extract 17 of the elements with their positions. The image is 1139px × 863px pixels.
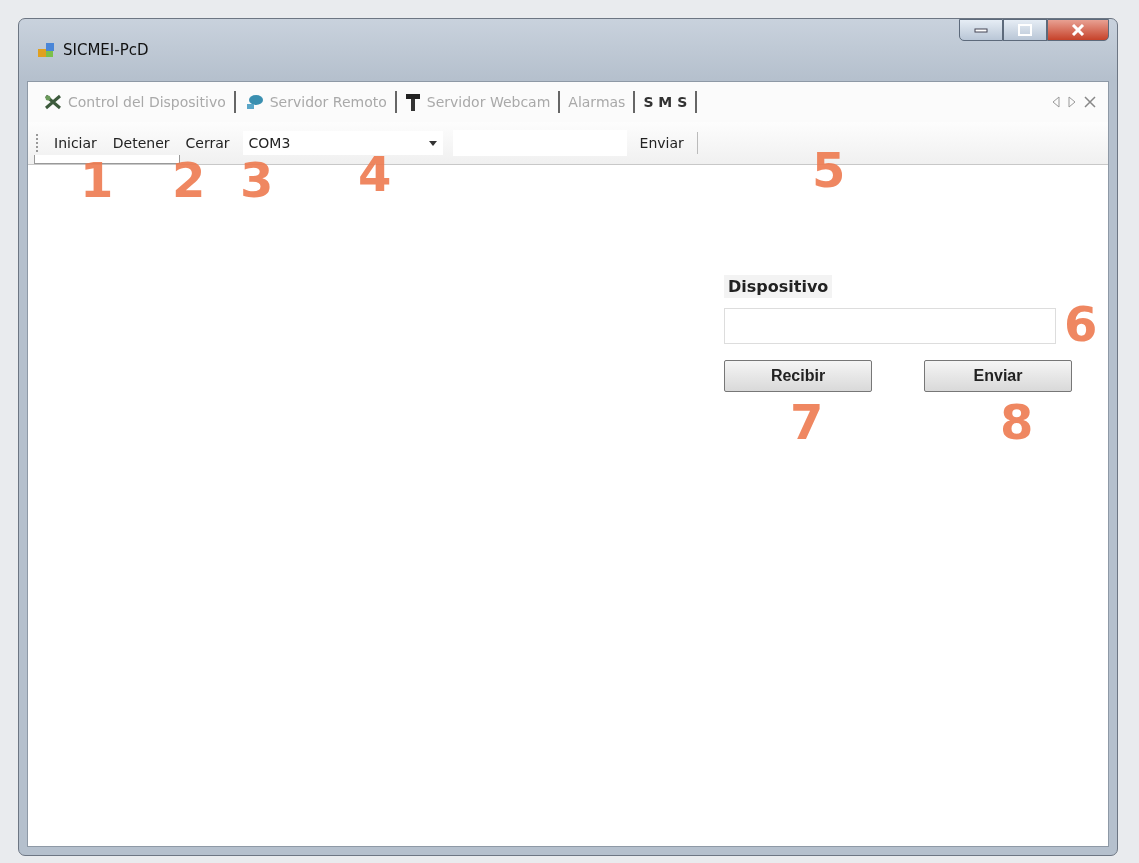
port-dropdown[interactable]: COM3 (242, 131, 443, 155)
callout-number: 3 (240, 156, 274, 204)
toolbar-button[interactable]: Enviar (636, 133, 687, 153)
toolbar-button[interactable]: Detener (109, 133, 173, 153)
callout-number: 1 (80, 156, 114, 204)
toolbar-button[interactable]: Cerrar (182, 133, 233, 153)
panel-button[interactable]: Recibir (724, 360, 872, 392)
field-label: Dispositivo (724, 275, 833, 298)
callout-number: 6 (1064, 300, 1098, 348)
callout-number: 2 (172, 156, 206, 204)
toolbar-button[interactable]: Iniciar (51, 133, 100, 153)
window-title: SICMEI-PcD (63, 41, 149, 59)
callout-number: 7 (790, 398, 824, 446)
callout-number: 5 (812, 146, 846, 194)
tab[interactable]: S M S (639, 92, 692, 112)
callout-number: 8 (1000, 398, 1034, 446)
panel-button[interactable]: Enviar (924, 360, 1072, 392)
